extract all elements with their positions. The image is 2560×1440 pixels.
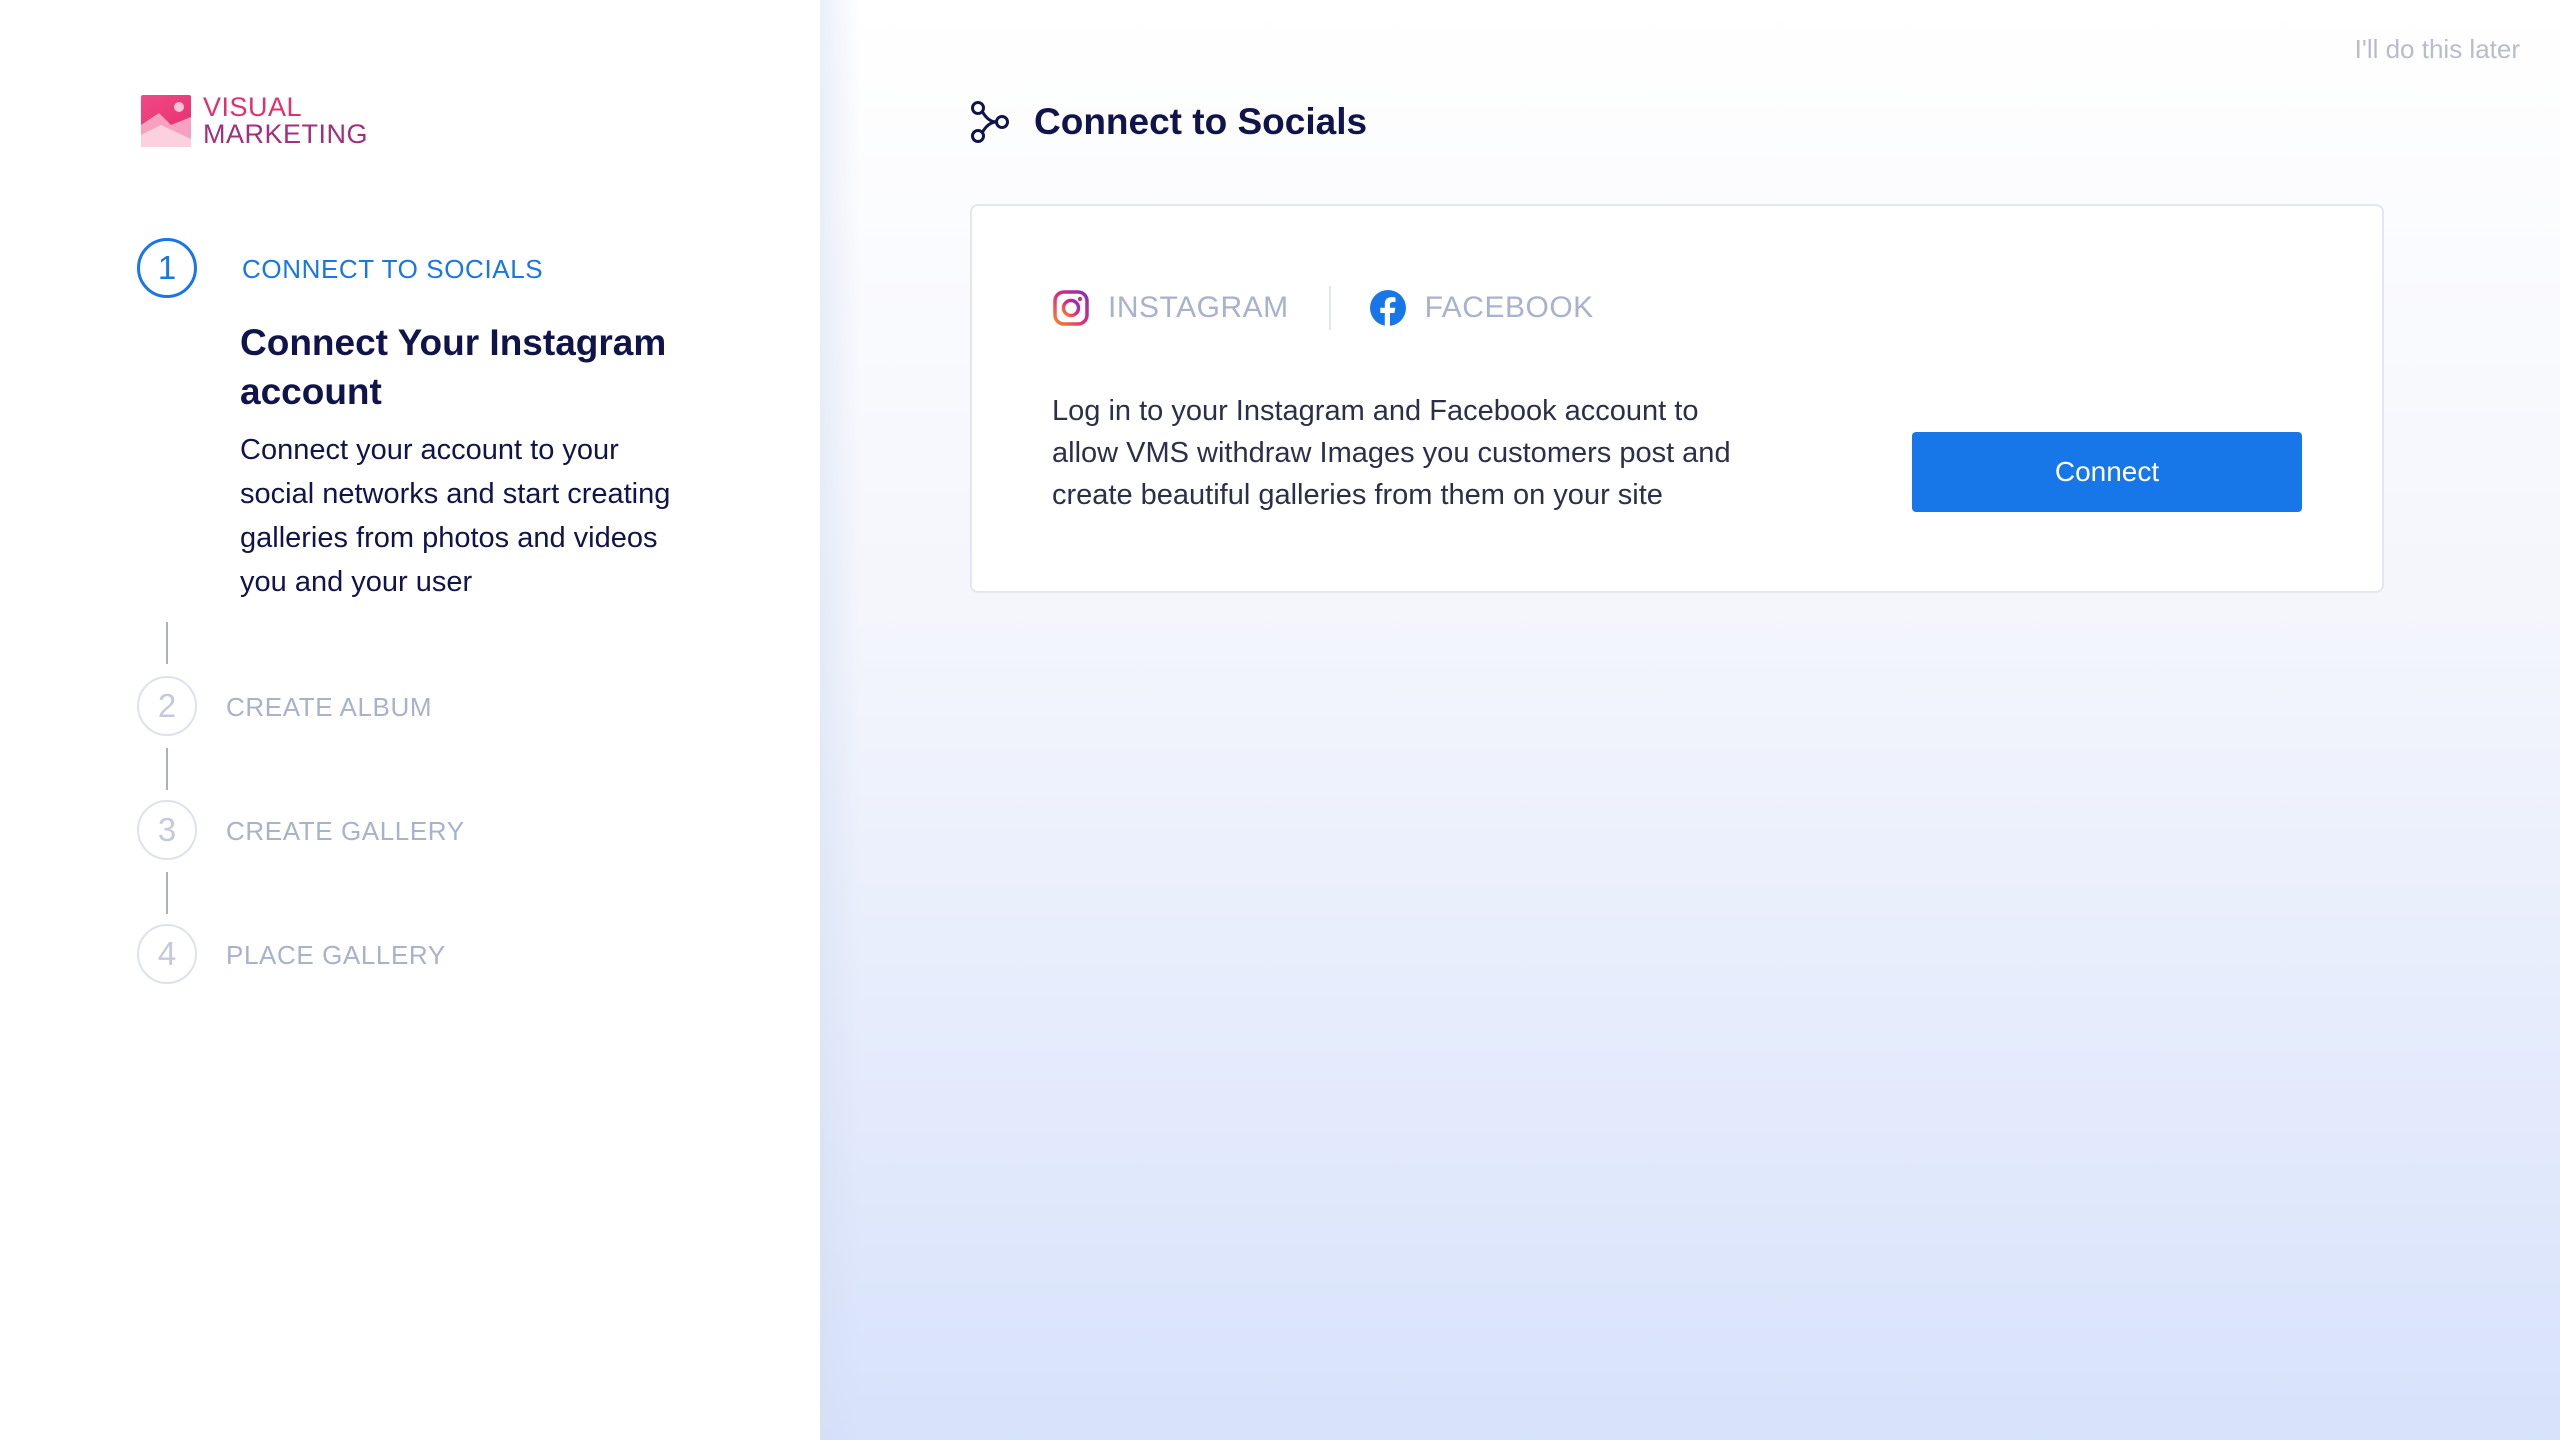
step-1-label[interactable]: CONNECT TO SOCIALS bbox=[242, 254, 543, 285]
panel-shadow bbox=[820, 0, 860, 1440]
step-3-label[interactable]: CREATE GALLERY bbox=[226, 816, 465, 847]
page-title: Connect to Socials bbox=[1034, 101, 1368, 142]
step-2-number[interactable]: 2 bbox=[137, 676, 197, 736]
tab-facebook-label: FACEBOOK bbox=[1424, 291, 1594, 324]
tab-instagram-label: INSTAGRAM bbox=[1108, 291, 1289, 324]
share-nodes-icon bbox=[971, 101, 1009, 143]
page-header: Connect to Socials bbox=[970, 100, 1367, 144]
card-description: Log in to your Instagram and Facebook ac… bbox=[1052, 395, 1731, 511]
step-4-label[interactable]: PLACE GALLERY bbox=[226, 940, 446, 971]
logo-icon bbox=[141, 95, 191, 147]
facebook-icon bbox=[1369, 290, 1406, 326]
connect-card: INSTAGRAM FACEBOOK Log in to your Instag… bbox=[970, 204, 2384, 593]
step-2-label[interactable]: CREATE ALBUM bbox=[226, 692, 432, 723]
skip-link[interactable]: I'll do this later bbox=[2355, 34, 2520, 65]
tab-instagram[interactable]: INSTAGRAM bbox=[1052, 289, 1289, 327]
logo-text: VISUAL MARKETING bbox=[203, 94, 368, 148]
connect-button[interactable]: Connect bbox=[1912, 432, 2302, 512]
step-1-number[interactable]: 1 bbox=[137, 238, 197, 298]
step-title: Connect Your Instagram account bbox=[240, 322, 667, 412]
brand-logo: VISUAL MARKETING bbox=[141, 94, 368, 148]
onboarding-sidebar: VISUAL MARKETING 1 CONNECT TO SOCIALS Co… bbox=[0, 0, 820, 1440]
main-panel: I'll do this later Connect to Socials IN… bbox=[820, 0, 2560, 1440]
step-3-number[interactable]: 3 bbox=[137, 800, 197, 860]
step-connector bbox=[166, 872, 168, 914]
step-4-number[interactable]: 4 bbox=[137, 924, 197, 984]
tab-facebook[interactable]: FACEBOOK bbox=[1369, 289, 1594, 327]
step-description: Connect your account to your social netw… bbox=[240, 434, 671, 598]
step-connector bbox=[166, 622, 168, 664]
tab-divider bbox=[1328, 286, 1331, 330]
logo-line-1: VISUAL bbox=[203, 92, 303, 122]
logo-line-2: MARKETING bbox=[203, 119, 369, 149]
social-tabs: INSTAGRAM FACEBOOK bbox=[1052, 286, 1594, 330]
step-connector bbox=[166, 748, 168, 790]
instagram-icon bbox=[1053, 290, 1089, 326]
